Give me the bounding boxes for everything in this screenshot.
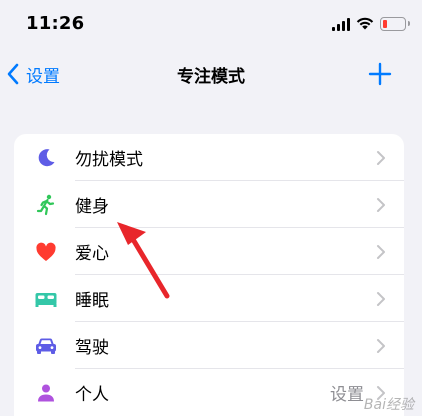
status-bar: 11:26 bbox=[0, 0, 422, 48]
cellular-signal-icon bbox=[332, 18, 350, 31]
battery-icon bbox=[380, 17, 410, 31]
focus-mode-row-driving[interactable]: 驾驶 bbox=[14, 322, 404, 369]
focus-mode-row-fitness[interactable]: 健身 bbox=[14, 181, 404, 228]
heart-icon bbox=[32, 238, 60, 266]
focus-settings-screen: 11:26 设置 专注模式 勿扰模式 健身 爱心 睡眠 驾驶 个人 设置 Bai… bbox=[0, 0, 422, 416]
running-figure-icon bbox=[32, 191, 60, 219]
focus-mode-label: 健身 bbox=[75, 197, 109, 217]
chevron-right-icon bbox=[377, 338, 385, 353]
bed-icon bbox=[32, 285, 60, 313]
focus-mode-detail: 设置 bbox=[330, 385, 364, 405]
car-icon bbox=[32, 332, 60, 360]
focus-mode-list: 勿扰模式 健身 爱心 睡眠 驾驶 个人 设置 bbox=[14, 134, 404, 416]
wifi-icon bbox=[356, 17, 374, 30]
focus-mode-label: 爱心 bbox=[75, 244, 109, 264]
moon-icon bbox=[32, 144, 60, 172]
chevron-right-icon bbox=[377, 244, 385, 259]
watermark: Bai经验 bbox=[363, 397, 414, 413]
person-icon bbox=[32, 379, 60, 407]
focus-mode-label: 睡眠 bbox=[75, 291, 109, 311]
chevron-right-icon bbox=[377, 197, 385, 212]
focus-mode-label: 勿扰模式 bbox=[75, 150, 143, 170]
focus-mode-label: 个人 bbox=[75, 385, 109, 405]
focus-mode-row-do-not-disturb[interactable]: 勿扰模式 bbox=[14, 134, 404, 181]
focus-mode-row-sleep[interactable]: 睡眠 bbox=[14, 275, 404, 322]
chevron-right-icon bbox=[377, 150, 385, 165]
focus-mode-label: 驾驶 bbox=[75, 338, 109, 358]
page-title: 专注模式 bbox=[177, 67, 245, 87]
chevron-right-icon bbox=[377, 291, 385, 306]
status-time: 11:26 bbox=[26, 13, 85, 34]
navigation-bar: 设置 专注模式 bbox=[0, 52, 422, 96]
focus-mode-row-love[interactable]: 爱心 bbox=[14, 228, 404, 275]
plus-icon[interactable] bbox=[368, 62, 392, 86]
focus-mode-row-personal[interactable]: 个人 设置 bbox=[14, 369, 404, 416]
